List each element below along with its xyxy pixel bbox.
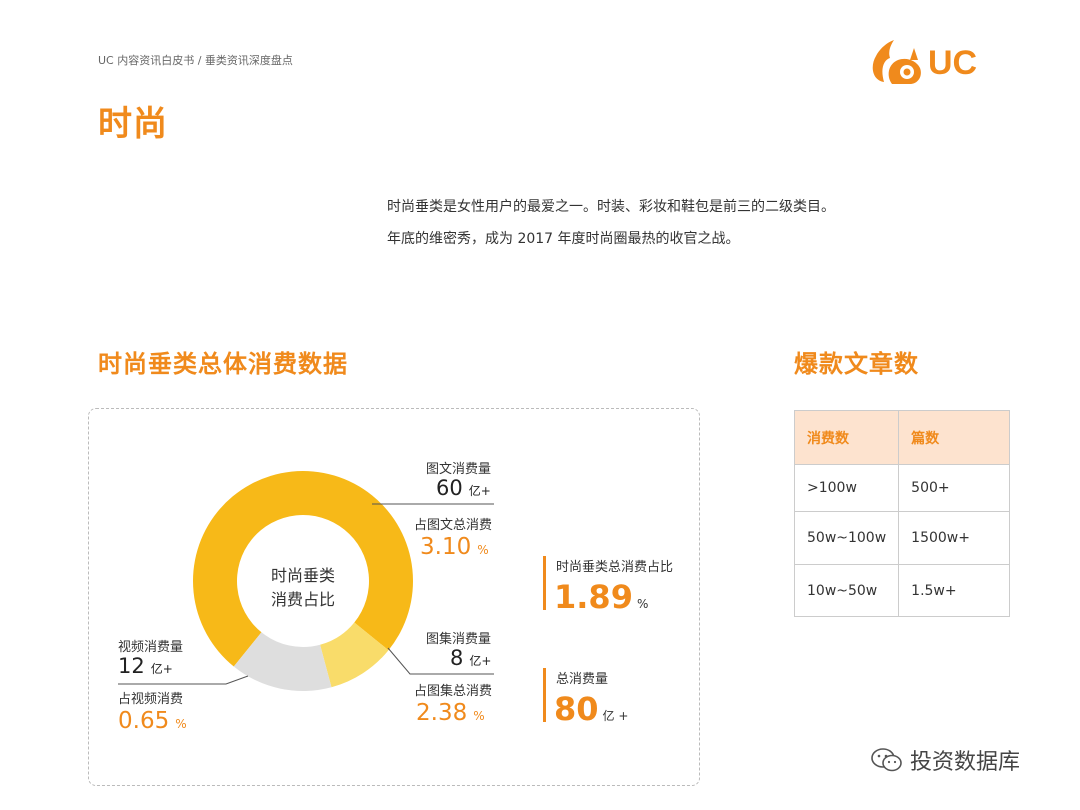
total-volume-number: 80 <box>554 690 599 728</box>
video-consumption-value: 12 亿+ <box>118 654 173 678</box>
wechat-icon <box>871 748 902 772</box>
table-header-row: 消费数 篇数 <box>793 410 1010 465</box>
text-consumption-label: 图文消费量 <box>426 462 492 477</box>
table-header-cell: 篇数 <box>898 410 1010 465</box>
table-cell: 50w~100w <box>793 511 900 565</box>
text-share-value: 3.10% <box>420 534 489 560</box>
video-share-unit: % <box>175 717 187 731</box>
text-consumption-number: 60 <box>436 476 463 500</box>
text-share-number: 3.10 <box>420 534 472 560</box>
total-volume-unit: 亿 + <box>602 709 629 723</box>
table-cell: 500+ <box>898 464 1010 512</box>
video-consumption-label: 视频消费量 <box>118 640 184 655</box>
table-row: >100w 500+ <box>793 464 1010 512</box>
table-cell: 1500w+ <box>898 511 1010 565</box>
total-share-number: 1.89 <box>554 578 633 616</box>
table-header-cell: 消费数 <box>793 410 900 465</box>
text-consumption-unit: 亿+ <box>468 484 491 498</box>
gallery-share-number: 2.38 <box>416 700 468 726</box>
gallery-share-unit: % <box>473 709 485 723</box>
text-consumption-value: 60 亿+ <box>436 476 491 500</box>
gallery-consumption-value: 8 亿+ <box>450 646 491 670</box>
video-share-label: 占视频消费 <box>118 692 184 707</box>
total-volume-label: 总消费量 <box>556 672 609 687</box>
table-cell: 1.5w+ <box>898 564 1010 617</box>
gallery-consumption-unit: 亿+ <box>469 654 492 668</box>
table-row: 10w~50w 1.5w+ <box>793 564 1010 617</box>
total-volume-accent-bar <box>543 668 546 722</box>
total-volume-value: 80 亿 + <box>554 690 628 728</box>
watermark: 投资数据库 <box>870 744 1020 776</box>
hits-table: 消费数 篇数 >100w 500+ 50w~100w 1500w+ 10w~50… <box>793 410 1010 617</box>
video-share-value: 0.65% <box>118 708 187 734</box>
total-share-value: 1.89% <box>554 578 648 616</box>
total-share-unit: % <box>636 597 649 611</box>
gallery-consumption-number: 8 <box>450 646 464 670</box>
total-share-accent-bar <box>543 556 546 610</box>
total-share-label: 时尚垂类总消费占比 <box>556 560 674 575</box>
table-cell: 10w~50w <box>793 564 900 617</box>
watermark-text: 投资数据库 <box>910 750 1021 775</box>
gallery-share-value: 2.38% <box>416 700 485 726</box>
video-share-number: 0.65 <box>118 708 170 734</box>
gallery-consumption-label: 图集消费量 <box>426 632 492 647</box>
video-consumption-number: 12 <box>118 654 145 678</box>
text-share-label: 占图文总消费 <box>414 518 493 533</box>
video-consumption-unit: 亿+ <box>150 662 173 676</box>
table-row: 50w~100w 1500w+ <box>793 511 1010 565</box>
table-cell: >100w <box>793 464 900 512</box>
text-share-unit: % <box>477 543 489 557</box>
gallery-share-label: 占图集总消费 <box>414 684 493 699</box>
